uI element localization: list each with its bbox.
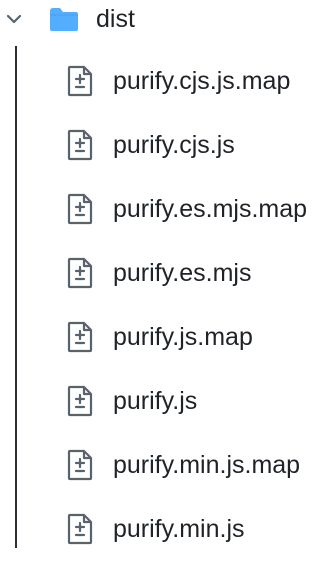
file-row[interactable]: purify.cjs.js <box>0 114 333 178</box>
file-diff-icon <box>66 65 94 97</box>
file-name: purify.es.mjs <box>113 259 252 287</box>
folder-name: dist <box>96 5 135 33</box>
file-diff-icon <box>66 385 94 417</box>
file-row[interactable]: purify.js.map <box>0 306 333 370</box>
file-diff-icon <box>66 193 94 225</box>
file-tree: dist purify.cjs.js.map purify.cjs.js pur… <box>0 0 333 548</box>
file-name: purify.es.mjs.map <box>113 195 308 223</box>
file-name: purify.cjs.js.map <box>113 67 291 95</box>
file-row[interactable]: purify.js <box>0 370 333 434</box>
file-row[interactable]: purify.cjs.js.map <box>0 50 333 114</box>
file-diff-icon <box>66 449 94 481</box>
folder-icon <box>48 5 80 33</box>
file-list: purify.cjs.js.map purify.cjs.js purify.e… <box>0 50 333 562</box>
file-diff-icon <box>66 321 94 353</box>
file-name: purify.min.js <box>113 515 245 543</box>
file-name: purify.min.js.map <box>113 451 301 479</box>
file-row[interactable]: purify.es.mjs.map <box>0 178 333 242</box>
file-row[interactable]: purify.es.mjs <box>0 242 333 306</box>
file-diff-icon <box>66 129 94 161</box>
file-name: purify.cjs.js <box>113 131 235 159</box>
file-name: purify.js <box>113 387 198 415</box>
file-row[interactable]: purify.min.js.map <box>0 434 333 498</box>
chevron-down-icon[interactable] <box>4 10 24 28</box>
file-name: purify.js.map <box>113 323 253 351</box>
file-diff-icon <box>66 513 94 545</box>
file-diff-icon <box>66 257 94 289</box>
file-row[interactable]: purify.min.js <box>0 498 333 562</box>
folder-row-dist[interactable]: dist <box>0 0 333 38</box>
